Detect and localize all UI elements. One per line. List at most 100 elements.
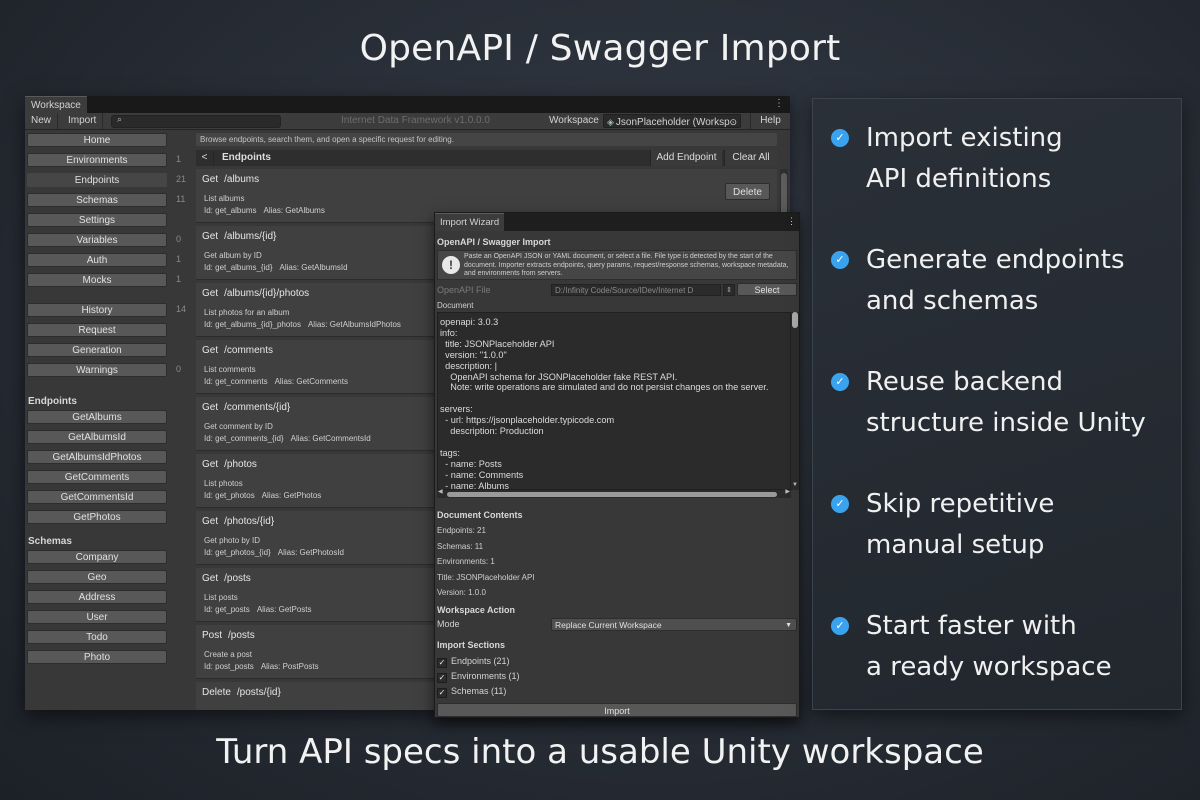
endpoint-id: Id: get_albums_{id} <box>204 263 273 272</box>
endpoint-path: /photos/{id} <box>224 516 275 527</box>
sidebar-item-environments[interactable]: Environments <box>27 153 167 167</box>
checkbox[interactable]: ✓ <box>437 673 447 683</box>
clear-all-button[interactable]: Clear All <box>724 150 777 166</box>
sidebar-schema-todo[interactable]: Todo <box>27 630 167 644</box>
workspace-selector[interactable]: ◈ JsonPlaceholder (Worksp ⊙ <box>603 114 741 128</box>
sidebar-item-mocks[interactable]: Mocks <box>27 273 167 287</box>
endpoint-path: /albums <box>224 174 260 185</box>
mode-dropdown[interactable]: Replace Current Workspace ▼ <box>551 618 797 631</box>
sidebar-item-generation[interactable]: Generation <box>27 343 167 357</box>
endpoint-alias: Alias: GetAlbums <box>263 206 325 215</box>
sidebar-count: 11 <box>176 194 186 204</box>
sidebar-count: 1 <box>176 254 182 264</box>
endpoint-method: Get <box>202 288 219 299</box>
endpoint-method-path: Post/posts <box>202 630 255 641</box>
endpoint-path: /comments/{id} <box>224 402 291 413</box>
sidebar-count: 14 <box>176 304 187 314</box>
openapi-file-field[interactable]: D:/Infinity Code/Source/IDev/Internet D <box>551 284 721 296</box>
sidebar-item-variables[interactable]: Variables <box>27 233 167 247</box>
endpoint-alias: Alias: GetPhotosId <box>277 548 344 557</box>
import-section-schemas-11[interactable]: ✓ Schemas (11) <box>437 685 506 698</box>
help-button[interactable]: Help <box>750 113 790 129</box>
feature-text: Import existing API definitions <box>866 123 1063 194</box>
endpoint-description: Create a post <box>204 650 253 659</box>
checkbox[interactable]: ✓ <box>437 658 447 668</box>
sidebar-item-endpoints[interactable]: Endpoints <box>27 173 167 187</box>
workspace-label: Workspace <box>549 115 599 126</box>
search-input[interactable]: ⌕ <box>111 114 281 128</box>
sidebar-schema-photo[interactable]: Photo <box>27 650 167 664</box>
kebab-menu-icon[interactable]: ⋮ <box>774 98 784 109</box>
sidebar-endpoint-getphotos[interactable]: GetPhotos <box>27 510 167 524</box>
delete-endpoint-button[interactable]: Delete <box>725 183 770 200</box>
endpoint-method-path: Get/posts <box>202 573 251 584</box>
kebab-menu-icon[interactable]: ⋮ <box>787 216 796 227</box>
scroll-left-icon[interactable]: ◀ <box>438 488 443 495</box>
scroll-down-icon[interactable]: ▼ <box>791 482 799 488</box>
tab-workspace[interactable]: Workspace <box>25 96 87 113</box>
checkbox-label: Environments (1) <box>451 671 520 681</box>
sidebar: Home Environments 1 Endpoints 21 Schemas 11 Set… <box>25 131 193 710</box>
sidebar-schema-address[interactable]: Address <box>27 590 167 604</box>
endpoint-method: Get <box>202 573 219 584</box>
document-horizontal-scrollbar[interactable]: ◀ ▶ <box>437 488 791 498</box>
wizard-heading: OpenAPI / Swagger Import <box>437 237 551 247</box>
sidebar-item-home[interactable]: Home <box>27 133 167 147</box>
sidebar-endpoint-getalbumsid[interactable]: GetAlbumsId <box>27 430 167 444</box>
object-picker-icon[interactable]: ⊙ <box>729 115 737 127</box>
endpoint-alias: Alias: GetAlbumsIdPhotos <box>307 320 401 329</box>
new-button[interactable]: New <box>25 113 59 129</box>
sidebar-schema-user[interactable]: User <box>27 610 167 624</box>
feature-text: Skip repetitive manual setup <box>866 489 1055 560</box>
endpoint-method-path: Get/albums/{id}/photos <box>202 288 309 299</box>
scroll-right-icon[interactable]: ▶ <box>785 488 790 495</box>
sidebar-item-request[interactable]: Request <box>27 323 167 337</box>
document-label: Document <box>437 301 474 310</box>
sidebar-count: 21 <box>176 174 187 184</box>
sidebar-item-warnings[interactable]: Warnings <box>27 363 167 377</box>
scrollbar-thumb[interactable] <box>792 312 798 328</box>
import-section-endpoints-21[interactable]: ✓ Endpoints (21) <box>437 655 510 668</box>
endpoint-description: List albums <box>204 194 245 203</box>
sidebar-item-auth[interactable]: Auth <box>27 253 167 267</box>
import-section-environments-1[interactable]: ✓ Environments (1) <box>437 670 520 683</box>
sidebar-item-history[interactable]: History <box>27 303 167 317</box>
document-content: openapi: 3.0.3 info: title: JSONPlacehol… <box>440 317 769 490</box>
import-button[interactable]: Import <box>62 113 104 129</box>
help-text: Paste an OpenAPI JSON or YAML document, … <box>464 253 789 277</box>
hero-subtitle: Turn API specs into a usable Unity works… <box>216 732 984 772</box>
sidebar-schema-geo[interactable]: Geo <box>27 570 167 584</box>
document-stat: Schemas: 11 <box>437 541 484 551</box>
file-history-icon[interactable]: ⇕ <box>723 284 735 296</box>
chevron-down-icon: ▼ <box>785 622 792 629</box>
endpoint-description: List comments <box>204 365 256 374</box>
endpoint-method: Delete <box>202 687 231 698</box>
tab-import-wizard[interactable]: Import Wizard <box>435 213 505 231</box>
mode-label: Mode <box>437 619 460 629</box>
endpoint-alias: Alias: GetPosts <box>256 605 312 614</box>
sidebar-item-schemas[interactable]: Schemas <box>27 193 167 207</box>
sidebar-count: 1 <box>176 154 182 164</box>
openapi-file-label: OpenAPI File <box>437 285 491 295</box>
endpoint-alias: Alias: GetComments <box>274 377 348 386</box>
document-vertical-scrollbar[interactable]: ▼ <box>791 312 799 490</box>
endpoint-alias: Alias: PostPosts <box>260 662 319 671</box>
sidebar-endpoint-getcomments[interactable]: GetComments <box>27 470 167 484</box>
sidebar-endpoint-getalbums[interactable]: GetAlbums <box>27 410 167 424</box>
sidebar-item-settings[interactable]: Settings <box>27 213 167 227</box>
check-circle-icon: ✓ <box>831 495 849 513</box>
document-textarea[interactable]: openapi: 3.0.3 info: title: JSONPlacehol… <box>437 312 791 490</box>
sidebar-count: 0 <box>176 234 182 244</box>
import-button[interactable]: Import <box>437 703 797 717</box>
sidebar-schema-company[interactable]: Company <box>27 550 167 564</box>
scrollbar-thumb[interactable] <box>447 492 777 497</box>
import-sections-heading: Import Sections <box>437 640 506 650</box>
select-file-button[interactable]: Select <box>737 283 797 296</box>
sidebar-endpoint-getcommentsid[interactable]: GetCommentsId <box>27 490 167 504</box>
back-button[interactable]: < <box>196 150 214 166</box>
sidebar-endpoint-getalbumsidphotos[interactable]: GetAlbumsIdPhotos <box>27 450 167 464</box>
endpoint-path: /posts <box>224 573 251 584</box>
checkbox[interactable]: ✓ <box>437 688 447 698</box>
add-endpoint-button[interactable]: Add Endpoint <box>650 150 722 166</box>
sidebar-count: 0 <box>176 364 182 374</box>
